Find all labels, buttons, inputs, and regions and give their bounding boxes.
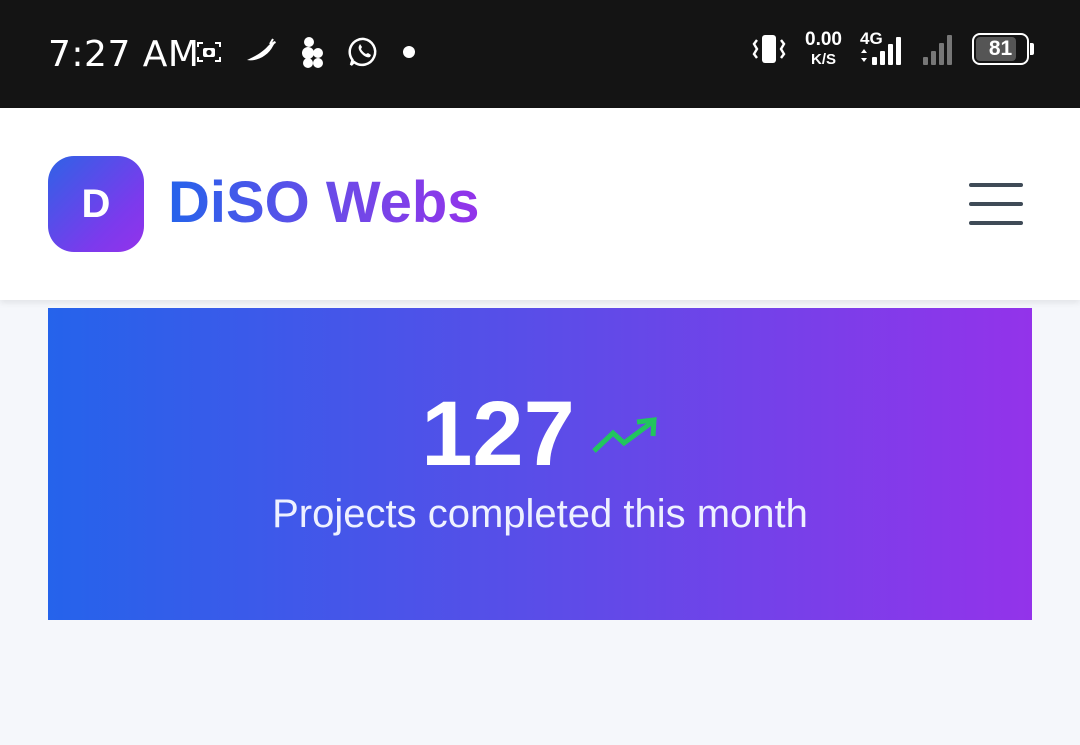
whatsapp-icon: [348, 36, 380, 68]
chili-icon: [244, 38, 278, 66]
notification-dot-icon: [402, 45, 416, 59]
menu-line: [969, 221, 1023, 225]
logo-badge[interactable]: D: [48, 156, 144, 252]
hamburger-menu-icon[interactable]: [962, 178, 1030, 230]
menu-line: [969, 202, 1023, 206]
network-speed-unit: K/S: [811, 51, 837, 68]
status-time: 7:27 AM: [48, 34, 200, 75]
logo-letter: D: [81, 181, 111, 226]
stats-card: 127 Projects completed this month: [48, 308, 1032, 620]
brand-name[interactable]: DiSO Webs: [168, 170, 480, 237]
signal-4g-icon: 4G: [858, 29, 906, 67]
app-header: D DiSO Webs: [0, 108, 1080, 300]
status-bar: 7:27 AM 0.00 K/S 4G 81: [0, 0, 1080, 108]
app-cluster-icon: [300, 36, 326, 68]
status-right-icons: 0.00 K/S 4G 81: [749, 29, 1034, 67]
menu-line: [969, 183, 1023, 187]
trending-up-icon: [591, 417, 659, 457]
stat-row: 127: [48, 388, 1032, 480]
screenshot-icon: [196, 40, 222, 64]
network-speed-value: 0.00: [805, 29, 842, 50]
stat-value: 127: [421, 383, 575, 485]
stat-caption: Projects completed this month: [272, 492, 808, 536]
signal-weak-icon: [922, 33, 956, 65]
network-speed: 0.00 K/S: [805, 30, 842, 67]
status-left-icons: [196, 36, 416, 68]
battery-level: 81: [988, 36, 1013, 60]
battery-icon: 81: [972, 32, 1034, 65]
vibrate-icon: [749, 32, 789, 66]
